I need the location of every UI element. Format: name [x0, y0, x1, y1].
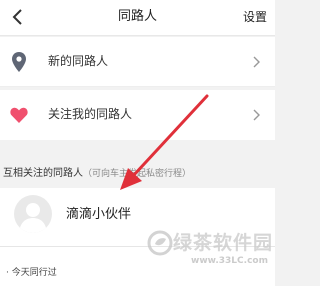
location-pin-icon [9, 51, 29, 73]
default-avatar-icon [19, 203, 47, 233]
heart-icon [9, 104, 29, 126]
section-subtitle: （可向车主发起私密行程） [83, 169, 192, 179]
contact-list-item[interactable]: 滴滴小伙伴 [0, 188, 275, 246]
menu-item-label: 新的同路人 [48, 54, 109, 68]
top-bar: 同路人 设置 [0, 0, 275, 36]
page-title: 同路人 [117, 9, 157, 24]
chevron-right-icon [253, 109, 260, 121]
chevron-right-icon [253, 56, 260, 68]
menu-item-label: 关注我的同路人 [48, 107, 133, 121]
avatar [14, 195, 52, 233]
menu-item-new-companions[interactable]: 新的同路人 [0, 37, 275, 87]
trip-status-text: · 今天同行过 [6, 268, 57, 278]
contact-name: 滴滴小伙伴 [66, 207, 132, 222]
settings-button[interactable]: 设置 [243, 0, 267, 36]
section-title-text: 互相关注的同路人 [3, 168, 83, 179]
section-title: 互相关注的同路人（可向车主发起私密行程） [3, 164, 191, 179]
trip-info-row: · 今天同行过 [0, 247, 275, 286]
menu-item-followers[interactable]: 关注我的同路人 [0, 90, 275, 140]
